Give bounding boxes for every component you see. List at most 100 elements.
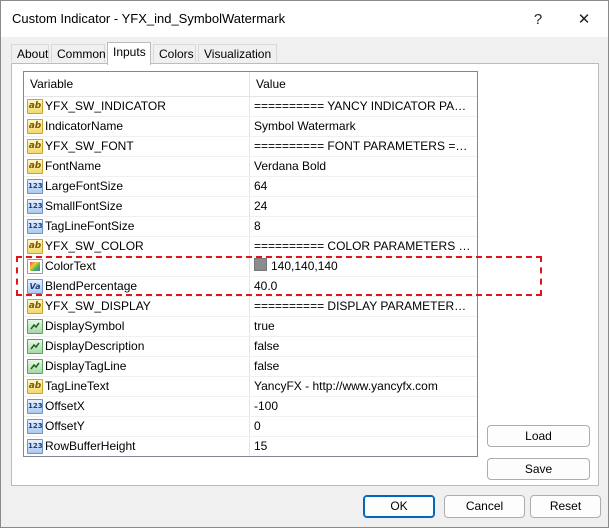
variable-value[interactable]: 15 — [254, 437, 474, 456]
table-row[interactable]: ColorText 140,140,140 — [24, 257, 477, 277]
inputs-grid: Variable Value ab YFX_SW_INDICATOR =======… — [23, 71, 478, 457]
string-type-icon: ab — [27, 99, 43, 114]
header-value[interactable]: Value — [250, 72, 477, 96]
save-button[interactable]: Save — [487, 458, 590, 480]
variable-name: RowBufferHeight — [45, 439, 136, 453]
table-row[interactable]: ab IndicatorName Symbol Watermark — [24, 117, 477, 137]
variable-name: ColorText — [45, 259, 96, 273]
column-separator — [249, 357, 250, 376]
variable-name: BlendPercentage — [45, 279, 138, 293]
column-separator — [249, 197, 250, 216]
tab-common[interactable]: Common — [51, 44, 106, 62]
table-row[interactable]: ab YFX_SW_FONT ========== FONT PARAMETERS … — [24, 137, 477, 157]
variable-value[interactable]: 64 — [254, 177, 474, 196]
variable-name: SmallFontSize — [45, 199, 123, 213]
table-row[interactable]: 123 TagLineFontSize 8 — [24, 217, 477, 237]
table-row[interactable]: ab YFX_SW_DISPLAY ========== DISPLAY PARAM… — [24, 297, 477, 317]
variable-name: OffsetY — [45, 419, 85, 433]
variable-value[interactable]: YancyFX - http://www.yancyfx.com — [254, 377, 474, 396]
grid-header: Variable Value — [24, 72, 477, 97]
dialog-window: Custom Indicator - YFX_ind_SymbolWaterma… — [0, 0, 609, 528]
table-row[interactable]: 123 OffsetX -100 — [24, 397, 477, 417]
variable-value[interactable]: ========== YANCY INDICATOR PARAMETERS ==… — [254, 97, 474, 116]
variable-value[interactable]: 8 — [254, 217, 474, 236]
variable-value[interactable]: false — [254, 337, 474, 356]
variable-value[interactable]: ========== COLOR PARAMETERS ========== — [254, 237, 474, 256]
column-separator — [249, 117, 250, 136]
column-separator — [249, 97, 250, 116]
variable-name: YFX_SW_INDICATOR — [45, 99, 166, 113]
color-type-icon — [27, 259, 43, 274]
variable-name: TagLineFontSize — [45, 219, 135, 233]
variable-name: OffsetX — [45, 399, 85, 413]
table-row[interactable]: ab YFX_SW_COLOR ========== COLOR PARAMETER… — [24, 237, 477, 257]
column-separator — [249, 337, 250, 356]
column-separator — [249, 257, 250, 276]
variable-name: DisplayTagLine — [45, 359, 127, 373]
variable-value[interactable]: 140,140,140 — [254, 257, 474, 276]
double-type-icon: Va — [27, 279, 43, 294]
close-button[interactable]: ✕ — [561, 1, 607, 37]
column-separator — [249, 297, 250, 316]
load-button[interactable]: Load — [487, 425, 590, 447]
table-row[interactable]: DisplaySymbol true — [24, 317, 477, 337]
variable-value[interactable]: true — [254, 317, 474, 336]
table-row[interactable]: Va BlendPercentage 40.0 — [24, 277, 477, 297]
string-type-icon: ab — [27, 299, 43, 314]
ok-button[interactable]: OK — [363, 495, 435, 518]
table-row[interactable]: 123 RowBufferHeight 15 — [24, 437, 477, 456]
variable-value[interactable]: 0 — [254, 417, 474, 436]
variable-name: TagLineText — [45, 379, 110, 393]
column-separator — [249, 217, 250, 236]
tab-about[interactable]: About — [11, 44, 49, 62]
variable-value[interactable]: 24 — [254, 197, 474, 216]
column-separator — [249, 417, 250, 436]
color-swatch[interactable] — [254, 258, 267, 271]
variable-value[interactable]: Verdana Bold — [254, 157, 474, 176]
column-separator — [249, 137, 250, 156]
variable-value[interactable]: false — [254, 357, 474, 376]
string-type-icon: ab — [27, 159, 43, 174]
table-row[interactable]: 123 OffsetY 0 — [24, 417, 477, 437]
variable-name: YFX_SW_COLOR — [45, 239, 144, 253]
color-palette-icon — [30, 262, 40, 271]
help-icon: ? — [533, 10, 543, 28]
variable-name: DisplayDescription — [45, 339, 145, 353]
cancel-button[interactable]: Cancel — [444, 495, 525, 518]
variable-name: DisplaySymbol — [45, 319, 125, 333]
string-type-icon: ab — [27, 119, 43, 134]
column-separator — [249, 317, 250, 336]
column-separator — [249, 177, 250, 196]
title-bar[interactable]: Custom Indicator - YFX_ind_SymbolWaterma… — [1, 1, 608, 37]
table-row[interactable]: ab TagLineText YancyFX - http://www.yancyf… — [24, 377, 477, 397]
integer-type-icon: 123 — [27, 219, 43, 234]
table-row[interactable]: DisplayDescription false — [24, 337, 477, 357]
string-type-icon: ab — [27, 139, 43, 154]
table-row[interactable]: ab YFX_SW_INDICATOR ========== YANCY INDIC… — [24, 97, 477, 117]
table-row[interactable]: 123 LargeFontSize 64 — [24, 177, 477, 197]
reset-button[interactable]: Reset — [530, 495, 601, 518]
tab-visualization[interactable]: Visualization — [198, 44, 277, 62]
variable-value[interactable]: Symbol Watermark — [254, 117, 474, 136]
window-title: Custom Indicator - YFX_ind_SymbolWaterma… — [12, 11, 286, 26]
variable-name: IndicatorName — [45, 119, 124, 133]
variable-value[interactable]: 40.0 — [254, 277, 474, 296]
string-type-icon: ab — [27, 239, 43, 254]
column-separator — [249, 377, 250, 396]
table-row[interactable]: ab FontName Verdana Bold — [24, 157, 477, 177]
column-separator — [249, 157, 250, 176]
close-icon: ✕ — [577, 11, 591, 28]
header-variable[interactable]: Variable — [24, 72, 249, 96]
integer-type-icon: 123 — [27, 399, 43, 414]
tab-inputs[interactable]: Inputs — [107, 42, 151, 65]
table-row[interactable]: DisplayTagLine false — [24, 357, 477, 377]
help-button[interactable]: ? — [515, 1, 561, 37]
variable-value[interactable]: ========== DISPLAY PARAMETERS ========== — [254, 297, 474, 316]
integer-type-icon: 123 — [27, 439, 43, 454]
column-separator — [249, 237, 250, 256]
tab-colors[interactable]: Colors — [153, 44, 196, 62]
table-row[interactable]: 123 SmallFontSize 24 — [24, 197, 477, 217]
variable-value[interactable]: -100 — [254, 397, 474, 416]
variable-name: YFX_SW_DISPLAY — [45, 299, 151, 313]
variable-value[interactable]: ========== FONT PARAMETERS ========== — [254, 137, 474, 156]
